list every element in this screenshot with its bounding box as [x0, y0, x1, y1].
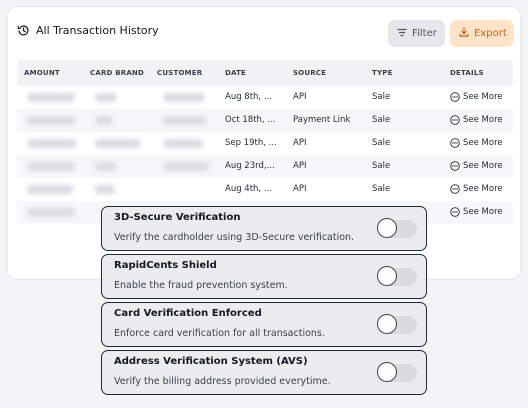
toggle-knob	[377, 218, 397, 238]
column-header-amount: AMOUNT	[24, 69, 60, 77]
filter-button[interactable]: Filter	[388, 20, 445, 47]
setting-avs: Address Verification System (AVS) Verify…	[101, 350, 427, 395]
amount-redacted	[27, 208, 75, 217]
see-more-label: See More	[463, 184, 503, 194]
card-brand-redacted	[95, 185, 115, 194]
setting-card-verification: Card Verification Enforced Enforce card …	[101, 302, 427, 347]
setting-3d-secure: 3D-Secure Verification Verify the cardho…	[101, 206, 427, 251]
date-cell: Aug 8th, ...	[225, 92, 272, 102]
see-more-label: See More	[463, 161, 503, 171]
source-cell: API	[293, 184, 307, 194]
date-cell: Sep 19th, ...	[225, 138, 277, 148]
column-header-customer: CUSTOMER	[157, 69, 203, 77]
toggle-knob	[377, 314, 397, 334]
card-brand-redacted	[95, 162, 117, 171]
more-dots-icon	[450, 115, 460, 125]
source-cell: API	[293, 92, 307, 102]
filter-icon	[397, 28, 407, 40]
setting-description: Verify the cardholder using 3D-Secure ve…	[114, 232, 355, 243]
see-more-label: See More	[463, 115, 503, 125]
date-cell: Aug 23rd,...	[225, 161, 275, 171]
card-brand-redacted	[95, 116, 113, 125]
more-dots-icon	[450, 207, 460, 217]
see-more-link[interactable]: See More	[450, 207, 503, 217]
setting-title: Address Verification System (AVS)	[114, 356, 308, 367]
table-row[interactable]: Aug 23rd,... API Sale See More	[17, 155, 513, 178]
table-row[interactable]: Aug 8th, ... API Sale See More	[17, 86, 513, 109]
card-brand-redacted	[95, 139, 141, 148]
setting-description: Verify the billing address provided ever…	[114, 376, 331, 387]
more-dots-icon	[450, 184, 460, 194]
date-cell: Oct 18th, ...	[225, 115, 276, 125]
amount-redacted	[27, 93, 75, 102]
table-row[interactable]: Oct 18th, ... Payment Link Sale See More	[17, 109, 513, 132]
see-more-label: See More	[463, 92, 503, 102]
toggle-avs[interactable]	[377, 362, 417, 382]
toggle-knob	[377, 362, 397, 382]
card-brand-redacted	[95, 93, 117, 102]
see-more-label: See More	[463, 207, 503, 217]
setting-title: Card Verification Enforced	[114, 308, 262, 319]
amount-redacted	[27, 116, 75, 125]
page-title: All Transaction History	[36, 24, 159, 37]
type-cell: Sale	[372, 184, 391, 194]
see-more-link[interactable]: See More	[450, 184, 503, 194]
see-more-link[interactable]: See More	[450, 92, 503, 102]
setting-title: 3D-Secure Verification	[114, 212, 241, 223]
more-dots-icon	[450, 138, 460, 148]
more-dots-icon	[450, 92, 460, 102]
toggle-rapidcents-shield[interactable]	[377, 266, 417, 286]
type-cell: Sale	[372, 92, 391, 102]
customer-redacted	[163, 162, 209, 171]
setting-rapidcents-shield: RapidCents Shield Enable the fraud preve…	[101, 254, 427, 299]
customer-redacted	[163, 93, 205, 102]
amount-redacted	[27, 162, 75, 171]
type-cell: Sale	[372, 115, 391, 125]
customer-redacted	[163, 116, 207, 125]
column-header-type: TYPE	[372, 69, 393, 77]
export-button[interactable]: Export	[450, 20, 514, 47]
setting-description: Enable the fraud prevention system.	[114, 280, 288, 291]
download-icon	[459, 27, 469, 40]
table-row[interactable]: Sep 19th, ... API Sale See More	[17, 132, 513, 155]
amount-redacted	[27, 139, 77, 148]
table-row[interactable]: Aug 4th, ... API Sale See More	[17, 178, 513, 201]
column-header-card-brand: CARD BRAND	[90, 69, 145, 77]
setting-description: Enforce card verification for all transa…	[114, 328, 325, 339]
toggle-card-verification[interactable]	[377, 314, 417, 334]
customer-redacted	[163, 139, 203, 148]
source-cell: Payment Link	[293, 115, 351, 125]
date-cell: Aug 4th, ...	[225, 184, 272, 194]
toggle-knob	[377, 266, 397, 286]
type-cell: Sale	[372, 161, 391, 171]
title-group: All Transaction History	[17, 24, 159, 37]
toggle-3d-secure[interactable]	[377, 218, 417, 238]
table-header: AMOUNT CARD BRAND CUSTOMER DATE SOURCE T…	[17, 60, 513, 86]
see-more-label: See More	[463, 138, 503, 148]
setting-title: RapidCents Shield	[114, 260, 217, 271]
type-cell: Sale	[372, 138, 391, 148]
see-more-link[interactable]: See More	[450, 161, 503, 171]
source-cell: API	[293, 138, 307, 148]
amount-redacted	[27, 185, 73, 194]
column-header-date: DATE	[225, 69, 247, 77]
card-header: All Transaction History Filter Export	[8, 7, 520, 59]
see-more-link[interactable]: See More	[450, 115, 503, 125]
column-header-source: SOURCE	[293, 69, 327, 77]
history-icon	[17, 24, 30, 37]
source-cell: API	[293, 161, 307, 171]
filter-label: Filter	[412, 28, 437, 39]
see-more-link[interactable]: See More	[450, 138, 503, 148]
column-header-details: DETAILS	[450, 69, 484, 77]
export-label: Export	[474, 28, 507, 39]
more-dots-icon	[450, 161, 460, 171]
